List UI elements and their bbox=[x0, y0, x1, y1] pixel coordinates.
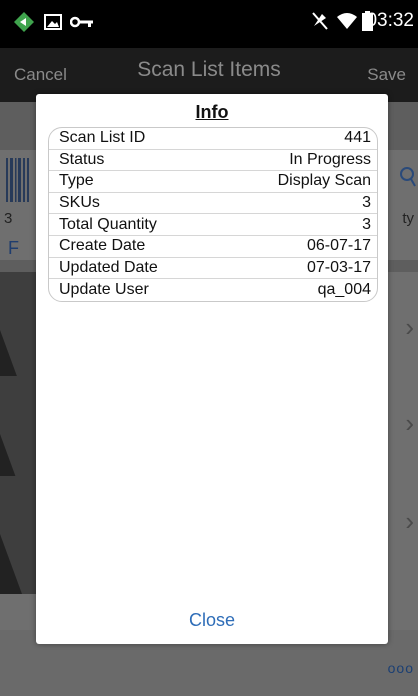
info-table: Scan List ID 441 Status In Progress Type… bbox=[48, 127, 378, 302]
info-label: SKUs bbox=[59, 194, 100, 212]
info-value: 3 bbox=[362, 194, 371, 212]
wifi-icon bbox=[336, 12, 358, 35]
chevron-right-icon: › bbox=[405, 408, 414, 438]
background-label: ty bbox=[402, 210, 414, 227]
info-dialog: Info Scan List ID 441 Status In Progress… bbox=[36, 94, 388, 644]
info-label: Total Quantity bbox=[59, 215, 157, 233]
screen: 03:32 Cancel Scan List Items Save 3 ty F… bbox=[0, 0, 418, 696]
item-thumbnail bbox=[0, 272, 38, 390]
image-notification-icon bbox=[44, 14, 62, 35]
info-row-status: Status In Progress bbox=[49, 150, 377, 172]
chevron-right-icon: › bbox=[405, 312, 414, 342]
mute-icon bbox=[310, 10, 330, 37]
chevron-right-icon: › bbox=[405, 506, 414, 536]
info-row-scan-list-id: Scan List ID 441 bbox=[49, 128, 377, 150]
info-row-update-user: Update User qa_004 bbox=[49, 279, 377, 301]
more-button[interactable]: ooo bbox=[388, 660, 414, 676]
location-app-icon bbox=[12, 10, 36, 39]
close-button[interactable]: Close bbox=[36, 610, 388, 631]
background-letter: F bbox=[8, 238, 19, 258]
info-row-skus: SKUs 3 bbox=[49, 193, 377, 215]
info-label: Status bbox=[59, 150, 105, 168]
dialog-title: Info bbox=[195, 102, 229, 122]
info-row-total-quantity: Total Quantity 3 bbox=[49, 214, 377, 236]
page-title: Scan List Items bbox=[137, 58, 281, 81]
info-value: 06-07-17 bbox=[306, 237, 371, 255]
info-value: In Progress bbox=[289, 150, 371, 168]
info-label: Updated Date bbox=[59, 258, 158, 276]
save-button[interactable]: Save bbox=[367, 65, 406, 85]
info-row-updated-date: Updated Date 07-03-17 bbox=[49, 258, 377, 280]
status-bar: 03:32 bbox=[0, 0, 418, 48]
search-icon bbox=[398, 166, 416, 193]
info-value: 07-03-17 bbox=[306, 258, 371, 276]
info-value: qa_004 bbox=[317, 280, 371, 298]
info-label: Update User bbox=[59, 280, 149, 298]
info-label: Create Date bbox=[59, 237, 146, 255]
info-value: Display Scan bbox=[277, 172, 371, 190]
info-value: 3 bbox=[362, 215, 371, 233]
info-label: Type bbox=[59, 172, 94, 190]
info-row-type: Type Display Scan bbox=[49, 171, 377, 193]
background-count: 3 bbox=[4, 210, 13, 227]
info-row-create-date: Create Date 06-07-17 bbox=[49, 236, 377, 258]
key-icon bbox=[69, 15, 94, 34]
info-label: Scan List ID bbox=[59, 129, 146, 147]
barcode-icon bbox=[6, 158, 30, 207]
status-time: 03:32 bbox=[366, 10, 414, 31]
item-thumbnail bbox=[0, 476, 38, 594]
info-value: 441 bbox=[344, 129, 371, 147]
